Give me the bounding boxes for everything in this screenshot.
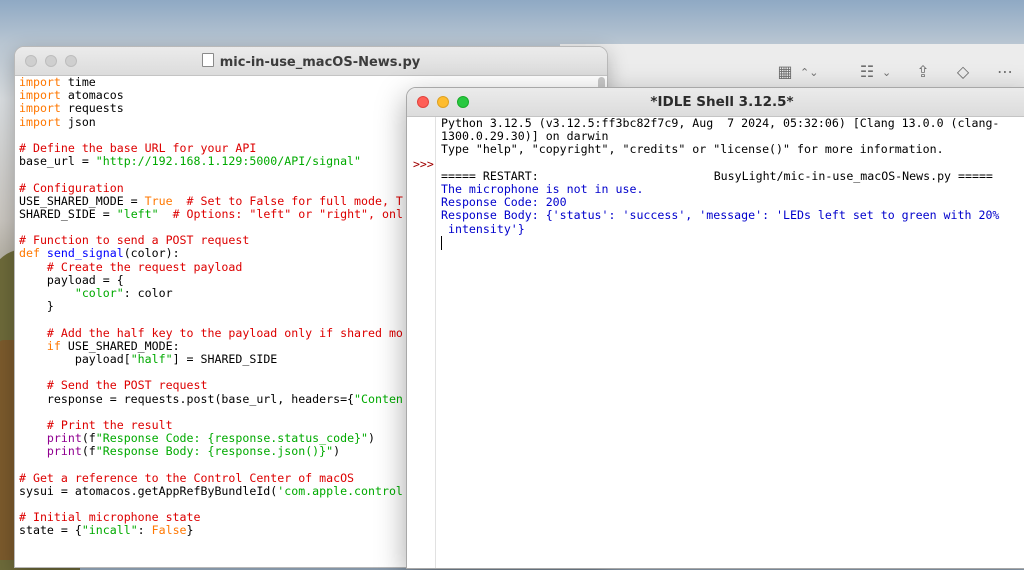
code-token: def (19, 246, 47, 261)
share-icon[interactable]: ⇪ (912, 61, 934, 83)
code-token: # Options: "left" or "right", onl (158, 206, 403, 221)
code-token: sysui = atomacos.getAppRefByBundleId( (19, 483, 278, 498)
code-token: (color): (123, 246, 180, 261)
shell-prompt: >>> (413, 157, 434, 171)
code-token: "http://192.168.1.129:5000/API/signal" (95, 154, 362, 169)
code-token: import (19, 88, 61, 103)
code-token: USE_SHARED_MODE = (19, 193, 145, 208)
code-token: base_url = (19, 154, 96, 169)
share-button[interactable]: ⇪ (912, 60, 934, 84)
code-token: } (19, 299, 54, 314)
code-token: # Print the result (46, 417, 173, 432)
more-icon[interactable]: ⋯ (994, 61, 1016, 83)
output-line: Response Body: {'status': 'success', 'me… (441, 208, 1000, 223)
code-token: # Create the request payload (46, 259, 243, 274)
code-token: payload = { (19, 272, 124, 287)
code-token: ) (333, 444, 341, 459)
output-line: The microphone is not in use. (441, 182, 644, 197)
code-token: False (151, 523, 187, 538)
code-token: ] = SHARED_SIDE (172, 351, 278, 366)
output-line: Response Code: 200 (441, 195, 567, 210)
code-token: "Response Code: {response.status_code}" (95, 431, 369, 446)
list-view-icon[interactable]: ☷ (856, 61, 878, 83)
code-token: # Initial microphone state (19, 510, 201, 525)
code-token: : color (123, 286, 173, 300)
code-token: # Function to send a POST request (19, 233, 250, 248)
document-icon (201, 53, 214, 67)
code-token: import (19, 75, 61, 89)
code-token: 'com.apple.control (277, 483, 403, 498)
editor-title-label: mic-in-use_macOS-News.py (219, 55, 421, 70)
code-token: "Conten (354, 391, 403, 406)
view-switcher[interactable]: ▦ ⌃⌄ (774, 60, 818, 84)
code-token: # Add the half key to the payload only i… (46, 325, 403, 340)
tag-icon[interactable]: ◇ (952, 61, 974, 83)
banner-line: Type "help", "copyright", "credits" or "… (441, 142, 944, 157)
code-token: state = { (19, 523, 82, 538)
code-token: import (19, 114, 61, 129)
code-token: requests (60, 101, 124, 116)
code-token: : (137, 523, 152, 538)
code-token: if (46, 338, 61, 353)
code-token: # Define the base URL for your API (19, 140, 257, 155)
code-token: response = requests.post(base_url, heade… (19, 391, 355, 406)
restart-prefix: ===== RESTART: (441, 168, 546, 183)
code-token: (f (81, 444, 96, 459)
code-token: # Set to False for full mode, T (172, 193, 403, 208)
code-token: "left" (116, 206, 159, 221)
code-token: # Configuration (19, 180, 124, 195)
code-token: json (60, 114, 96, 129)
group-by-switcher[interactable]: ☷ ⌄ (856, 60, 891, 84)
shell-gutter (407, 117, 436, 568)
code-token: "Response Body: {response.json()}" (95, 444, 334, 459)
code-token: "incall" (81, 523, 138, 538)
output-line: intensity'} (441, 221, 525, 236)
chevron-updown-icon[interactable]: ⌃⌄ (800, 66, 818, 79)
code-token: USE_SHARED_MODE: (60, 338, 180, 353)
code-token: time (60, 75, 96, 89)
code-token: } (186, 523, 194, 538)
code-token: send_signal (46, 246, 124, 261)
text-cursor (441, 235, 442, 250)
banner-line: Python 3.12.5 (v3.12.5:ff3bc82f7c9, Aug … (441, 116, 1000, 130)
editor-title: mic-in-use_macOS-News.py (15, 53, 607, 70)
code-token: atomacos (60, 88, 124, 103)
shell-titlebar[interactable]: *IDLE Shell 3.12.5* (407, 88, 1024, 117)
code-token: payload[ (19, 351, 131, 366)
code-token: SHARED_SIDE = (19, 206, 117, 221)
code-token: (f (81, 431, 96, 446)
chevron-down-icon[interactable]: ⌄ (882, 66, 891, 79)
more-button[interactable]: ⋯ (994, 60, 1016, 84)
code-token: "half" (130, 351, 173, 366)
code-token: print (46, 431, 82, 446)
code-token: # Get a reference to the Control Center … (19, 470, 355, 485)
code-token: # Send the POST request (46, 378, 208, 393)
restart-suffix: BusyLight/mic-in-use_macOS-News.py ===== (713, 168, 993, 183)
banner-line: 1300.0.29.30)] on darwin (441, 129, 609, 144)
tag-button[interactable]: ◇ (952, 60, 974, 84)
code-token: True (144, 193, 173, 208)
grid-view-icon[interactable]: ▦ (774, 61, 796, 83)
idle-shell-window: *IDLE Shell 3.12.5* >>> Python 3.12.5 (v… (406, 87, 1024, 569)
shell-output[interactable]: Python 3.12.5 (v3.12.5:ff3bc82f7c9, Aug … (441, 116, 1024, 250)
code-token: import (19, 101, 61, 116)
code-token: print (46, 444, 82, 459)
editor-titlebar[interactable]: mic-in-use_macOS-News.py (15, 47, 607, 76)
shell-title: *IDLE Shell 3.12.5* (650, 94, 794, 110)
code-token: "color" (74, 286, 124, 300)
code-token: ) (368, 431, 376, 446)
